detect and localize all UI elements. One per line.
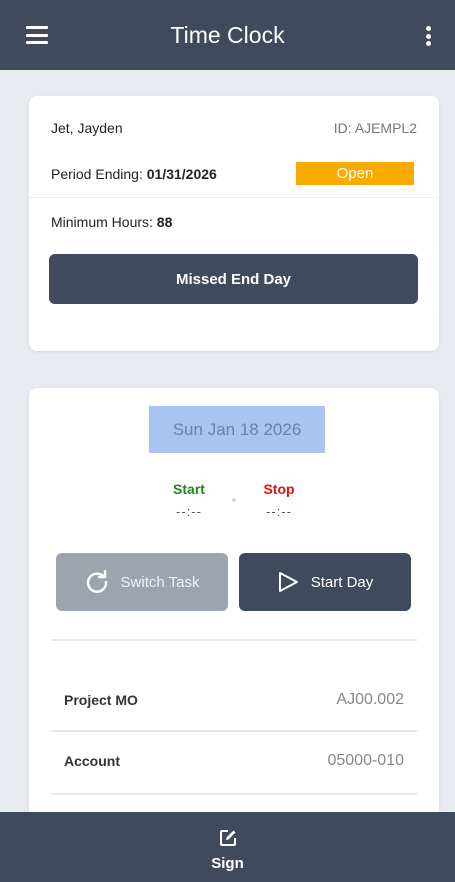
stop-value: --:-- [266, 504, 292, 519]
employee-row: Jet, Jayden ID: AJEMPL2 [51, 120, 417, 136]
edit-square-icon [219, 829, 237, 847]
play-icon [277, 571, 299, 593]
field-key: Account [64, 753, 120, 769]
min-hours-label: Minimum Hours: [51, 214, 153, 230]
day-card: Sun Jan 18 2026 Start --:-- Stop --:-- S… [29, 388, 439, 828]
separator-dot [232, 498, 236, 502]
top-app-bar: Time Clock [0, 0, 455, 70]
field-value: 05000-010 [327, 752, 404, 769]
minimum-hours: Minimum Hours: 88 [51, 214, 172, 230]
start-day-label: Start Day [310, 573, 374, 591]
start-label: Start [173, 481, 205, 497]
refresh-icon [85, 570, 109, 594]
sign-bar[interactable]: Sign [0, 812, 455, 882]
start-time: Start --:-- [159, 481, 219, 519]
sign-label: Sign [211, 854, 244, 872]
employee-name: Jet, Jayden [51, 120, 123, 136]
page-title: Time Clock [170, 21, 285, 48]
period-value: 01/31/2026 [146, 165, 217, 182]
hamburger-menu-icon[interactable] [26, 26, 48, 44]
switch-task-button[interactable]: Switch Task [56, 553, 228, 611]
stop-label: Stop [263, 481, 295, 497]
start-day-button[interactable]: Start Day [239, 553, 411, 611]
divider [29, 197, 439, 198]
switch-task-label: Switch Task [120, 573, 200, 591]
period-row: Period Ending: 01/31/2026 Open [51, 162, 417, 185]
divider [51, 639, 417, 641]
field-row-account[interactable]: Account 05000-010 [64, 752, 404, 770]
divider [51, 793, 417, 795]
divider [51, 730, 417, 732]
employee-id: ID: AJEMPL2 [333, 120, 417, 136]
period-ending: Period Ending: 01/31/2026 [51, 166, 217, 182]
start-value: --:-- [176, 504, 202, 519]
field-key: Project MO [64, 692, 138, 708]
employee-card: Jet, Jayden ID: AJEMPL2 Period Ending: 0… [29, 96, 439, 351]
stop-time: Stop --:-- [249, 481, 309, 519]
field-value: AJ00.002 [336, 691, 404, 708]
missed-end-day-button[interactable]: Missed End Day [49, 254, 418, 304]
status-badge: Open [296, 162, 414, 185]
field-row-project[interactable]: Project MO AJ00.002 [64, 691, 404, 709]
period-label: Period Ending: [51, 165, 143, 182]
min-hours-value: 88 [156, 214, 173, 230]
more-vertical-icon[interactable] [425, 26, 431, 46]
date-display[interactable]: Sun Jan 18 2026 [149, 406, 325, 453]
